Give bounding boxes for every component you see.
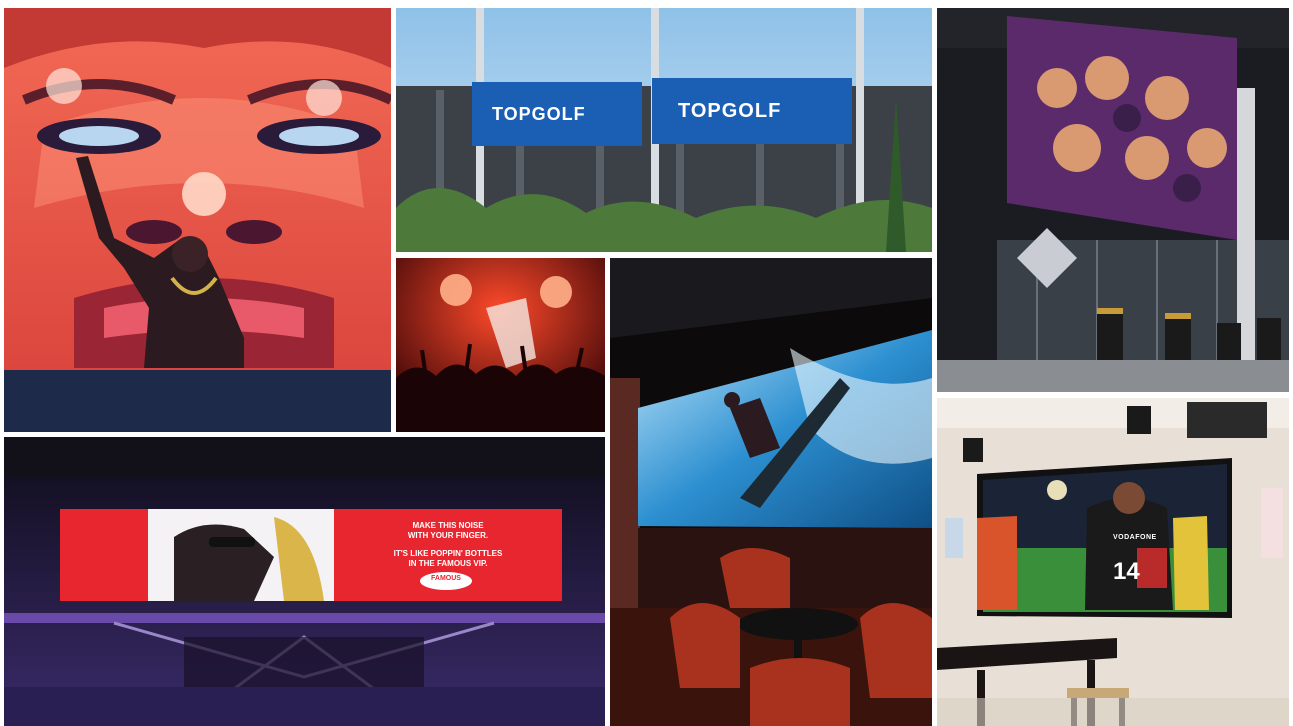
topgolf-sign-right: TOPGOLF bbox=[678, 100, 782, 122]
topgolf-signage-image bbox=[396, 8, 932, 252]
sports-bar-screen-photo: 14 VODAFONE bbox=[937, 398, 1289, 726]
club-screen-line3: IT'S LIKE POPPIN' BOTTLES bbox=[393, 549, 503, 558]
stadium-video-wall-image bbox=[937, 8, 1289, 392]
topgolf-signage-photo: TOPGOLF TOPGOLF bbox=[396, 8, 932, 252]
nightclub-crowd-photo bbox=[396, 258, 605, 432]
sports-sponsor-text: VODAFONE bbox=[1113, 534, 1157, 541]
surf-led-wall-photo bbox=[610, 258, 932, 726]
club-screen-logo: FAMOUS bbox=[431, 575, 461, 582]
concert-face-mural-image bbox=[4, 8, 391, 432]
club-stage-screen-photo: MAKE THIS NOISE WITH YOUR FINGER. IT'S L… bbox=[4, 437, 605, 726]
sports-jersey-number: 14 bbox=[1113, 558, 1140, 585]
concert-face-mural-photo bbox=[4, 8, 391, 432]
club-screen-line2: WITH YOUR FINGER. bbox=[407, 531, 489, 540]
club-screen-line4: IN THE FAMOUS VIP. bbox=[408, 559, 488, 568]
surf-led-wall-image bbox=[610, 258, 932, 726]
club-stage-screen-image bbox=[4, 437, 605, 726]
topgolf-sign-left: TOPGOLF bbox=[492, 104, 586, 124]
nightclub-crowd-image bbox=[396, 258, 605, 432]
club-screen-text: MAKE THIS NOISE WITH YOUR FINGER. IT'S L… bbox=[342, 521, 554, 569]
club-screen-line1: MAKE THIS NOISE bbox=[412, 521, 484, 530]
stadium-video-wall-photo bbox=[937, 8, 1289, 392]
